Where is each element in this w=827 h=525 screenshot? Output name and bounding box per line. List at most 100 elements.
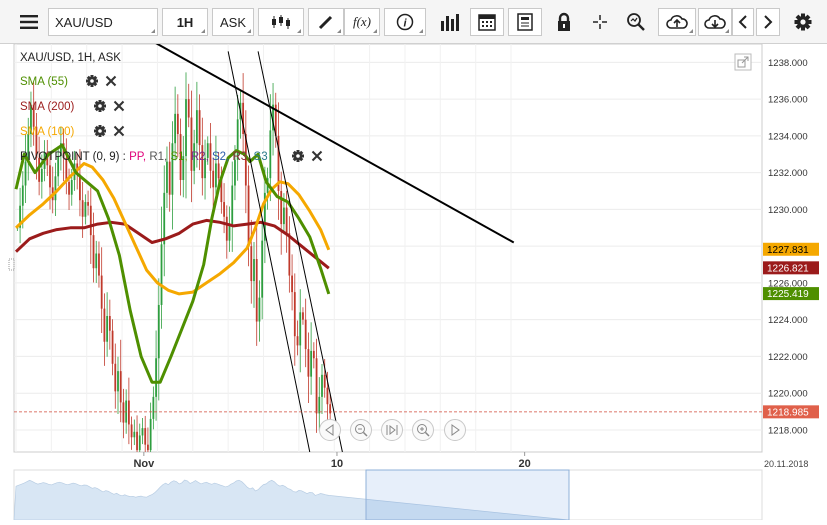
info-button[interactable]: i xyxy=(384,8,426,36)
symbol-input[interactable]: XAU/USD xyxy=(48,8,158,36)
candle-body xyxy=(40,168,43,182)
zoom-in-icon[interactable] xyxy=(412,419,434,441)
candle-body xyxy=(138,435,141,451)
gear-hole xyxy=(98,104,102,108)
y-tick-label: 1218.000 xyxy=(768,425,808,436)
pivot-level: S3 xyxy=(254,151,268,163)
gear-icon[interactable] xyxy=(86,75,98,87)
x-end-date-label: 20.11.2018 xyxy=(764,459,808,469)
zoom-button[interactable] xyxy=(620,8,652,36)
candle-body xyxy=(253,259,255,282)
scroll-left-icon[interactable] xyxy=(319,419,341,441)
candle-body xyxy=(285,207,288,234)
nav-circle xyxy=(350,419,372,441)
scroll-back-button[interactable] xyxy=(732,8,754,36)
calendar-button[interactable] xyxy=(470,8,504,36)
pivot-level: S1, xyxy=(170,151,190,163)
candle-body xyxy=(92,235,95,269)
price-label-text: 1225.419 xyxy=(767,289,809,300)
gear-icon xyxy=(794,13,812,31)
candle-body xyxy=(321,374,323,397)
gear-hole xyxy=(296,154,300,158)
price-label-text: 1218.985 xyxy=(767,407,809,418)
candle-body xyxy=(296,336,299,346)
chart-type-button[interactable] xyxy=(258,8,304,36)
candle-body xyxy=(231,185,234,225)
menu-button[interactable] xyxy=(16,8,42,36)
candle-body xyxy=(111,330,114,364)
candle-body xyxy=(223,202,225,217)
upload-button[interactable] xyxy=(658,8,696,36)
gear-icon[interactable] xyxy=(94,100,106,112)
price-type-button[interactable]: ASK xyxy=(212,8,254,36)
candle-body xyxy=(215,163,217,188)
candle-body xyxy=(98,253,100,276)
indicator-label[interactable]: SMA (55) xyxy=(20,76,68,88)
pencil-icon xyxy=(318,15,333,30)
candle-body xyxy=(187,99,190,118)
news-button[interactable] xyxy=(508,8,542,36)
timeframe-label: 1H xyxy=(176,14,194,30)
y-tick-label: 1224.000 xyxy=(768,315,808,326)
candle-body xyxy=(261,240,264,298)
pivot-label[interactable]: PIVOTPOINT (0, 9) : PP, R1, S1, R2, S2, … xyxy=(20,151,268,163)
lock-button[interactable] xyxy=(548,8,580,36)
left-edge-marker xyxy=(8,258,15,271)
candle-body xyxy=(157,304,160,359)
candle-body xyxy=(147,444,149,451)
candle-body xyxy=(127,400,130,425)
calendar-icon xyxy=(478,14,496,31)
gear-icon[interactable] xyxy=(292,150,304,162)
y-tick-label: 1230.000 xyxy=(768,205,808,216)
crosshair-button[interactable] xyxy=(584,8,616,36)
info-icon: i xyxy=(396,13,414,31)
candle-body xyxy=(269,130,272,179)
candle-body xyxy=(68,181,70,195)
volume-button[interactable] xyxy=(432,8,468,36)
gear-hole xyxy=(98,129,102,133)
symbol-value: XAU/USD xyxy=(55,15,113,30)
candle-body xyxy=(160,244,163,305)
candle-body xyxy=(87,202,89,206)
pivot-level: R3, xyxy=(232,151,253,163)
zoom-out-icon[interactable] xyxy=(350,419,372,441)
chart-area[interactable]: 1218.000 1220.000 1222.000 1224.000 1226.000… xyxy=(0,43,827,521)
candle-body xyxy=(84,202,87,217)
dropdown-corner-icon xyxy=(419,29,423,33)
expand-icon[interactable] xyxy=(734,53,752,71)
crosshair-icon xyxy=(593,15,607,29)
indicators-button[interactable]: f(x) xyxy=(344,8,380,36)
scroll-forward-button[interactable] xyxy=(756,8,780,36)
pivot-level: S2, xyxy=(212,151,232,163)
candle-body xyxy=(283,207,285,225)
overview-window[interactable] xyxy=(365,469,570,521)
indicator-label[interactable]: SMA (100) xyxy=(20,126,74,138)
timeframe-button[interactable]: 1H xyxy=(162,8,208,36)
candle-body xyxy=(81,200,84,217)
reset-icon[interactable] xyxy=(381,419,403,441)
candle-body xyxy=(323,374,326,388)
dropdown-corner-icon xyxy=(297,29,301,33)
indicator-label[interactable]: SMA (200) xyxy=(20,101,74,113)
dropdown-corner-icon xyxy=(373,29,377,33)
candle-body xyxy=(315,358,318,414)
candle-body xyxy=(54,176,57,201)
download-button[interactable] xyxy=(698,8,732,36)
pivot-level: R2, xyxy=(191,151,212,163)
upload-icon xyxy=(666,15,688,29)
drawing-tools-button[interactable] xyxy=(308,8,344,36)
nav-circle xyxy=(319,419,341,441)
toolbar: XAU/USD 1H ASK f(x) i xyxy=(0,0,827,44)
gear-icon[interactable] xyxy=(94,125,106,137)
chevron-left-icon xyxy=(738,15,747,29)
dropdown-corner-icon xyxy=(151,29,155,33)
chart-title: XAU/USD, 1H, ASK xyxy=(20,52,121,64)
price-chart[interactable]: 1218.0001220.0001222.0001224.0001226.000… xyxy=(0,43,827,521)
candle-body xyxy=(114,363,117,392)
scroll-right-icon[interactable] xyxy=(444,419,466,441)
menu-icon xyxy=(20,15,38,29)
candle-body xyxy=(133,431,136,438)
price-label-text: 1226.821 xyxy=(767,263,809,274)
candle-body xyxy=(307,349,310,377)
settings-button[interactable] xyxy=(788,8,818,36)
